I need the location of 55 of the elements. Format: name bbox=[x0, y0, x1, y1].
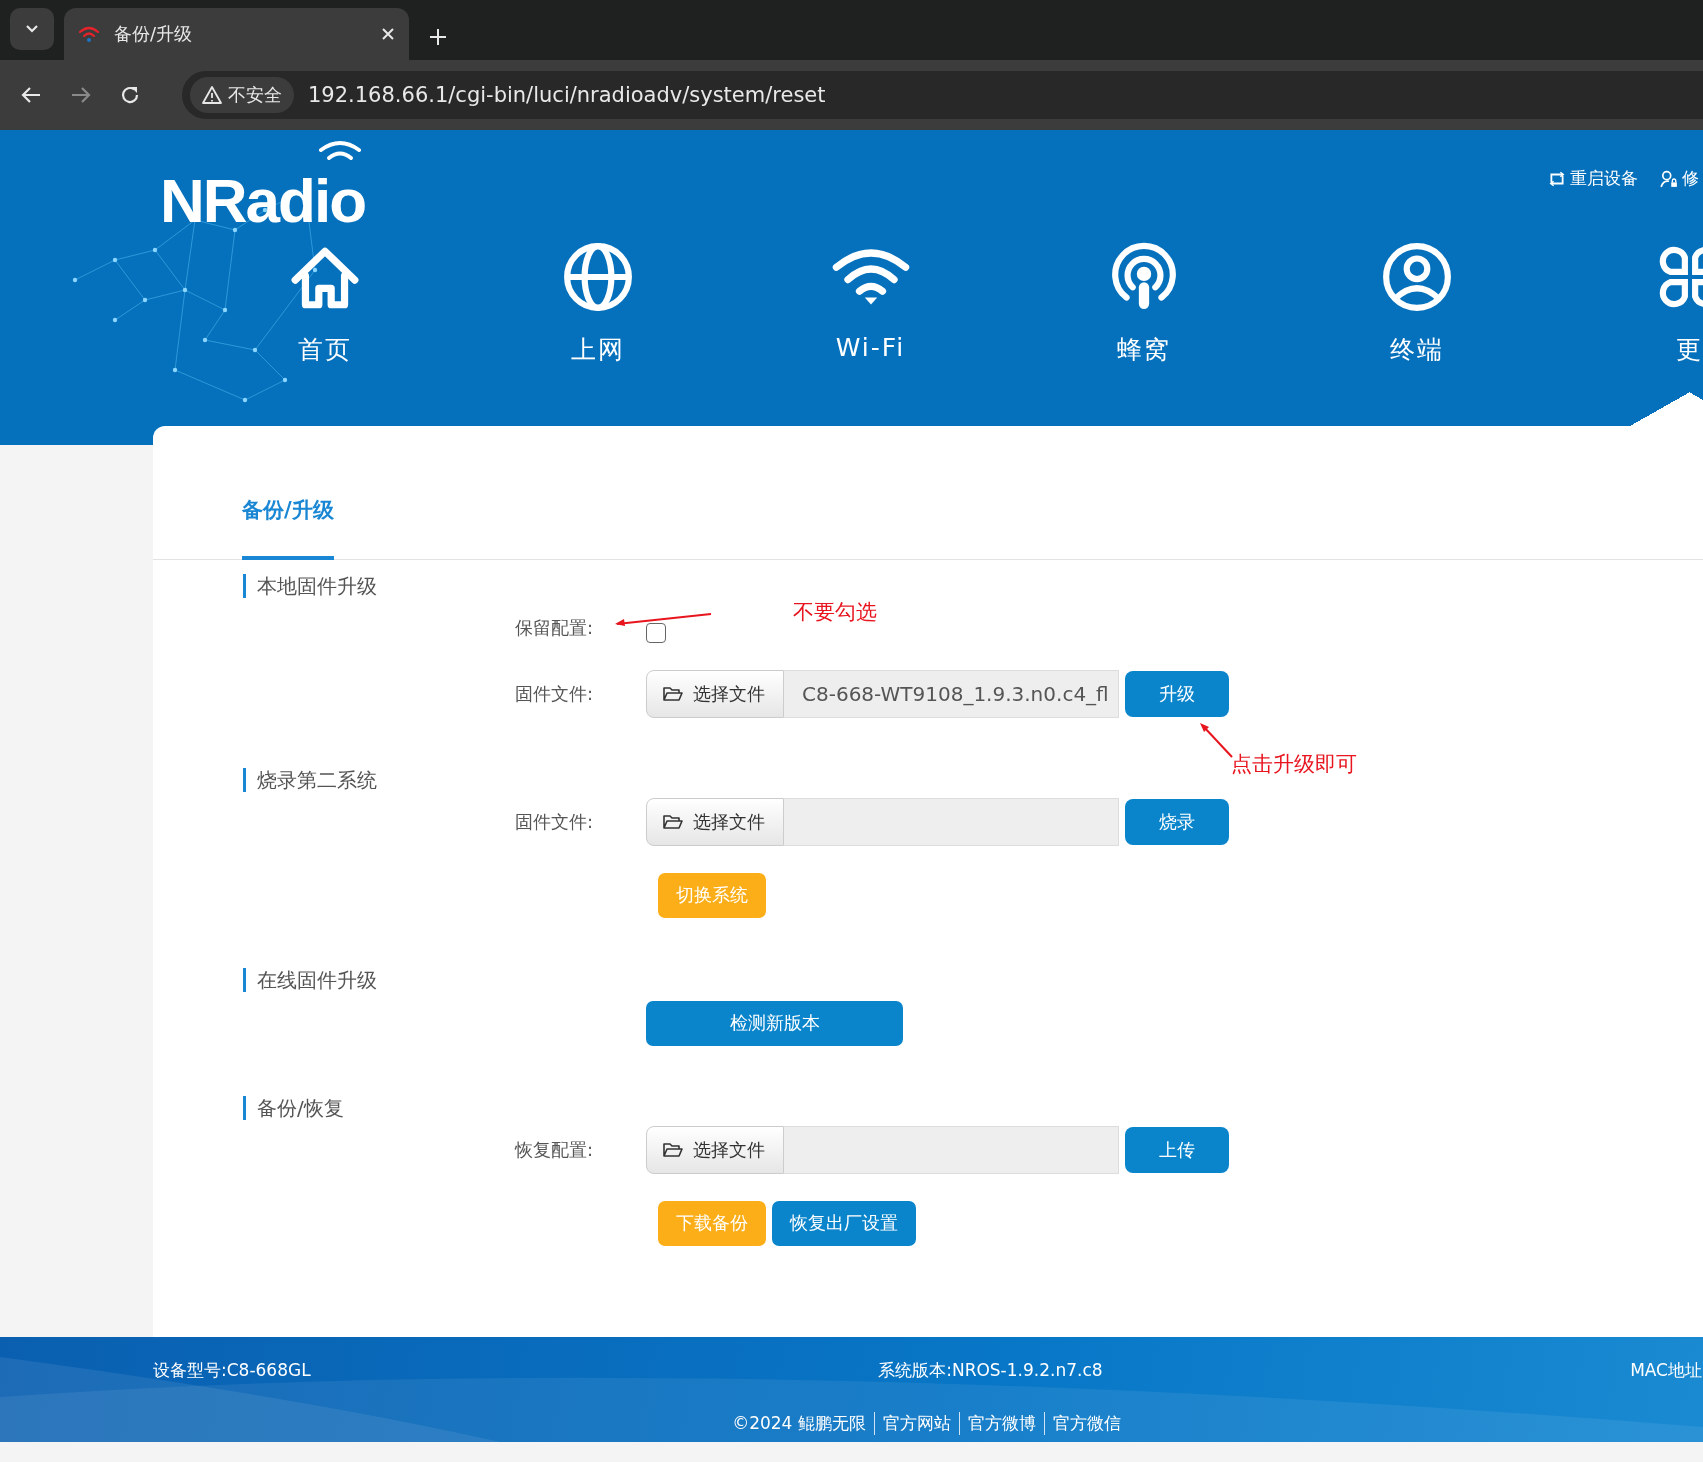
new-tab-icon[interactable] bbox=[429, 28, 447, 46]
logo: NRadio bbox=[158, 136, 371, 241]
wifi-icon bbox=[78, 24, 100, 44]
action-button[interactable]: 烧录 bbox=[1125, 799, 1229, 845]
field-label: 固件文件: bbox=[515, 682, 595, 706]
url-text: 192.168.66.1/cgi-bin/luci/nradioadv/system/reset bbox=[308, 83, 826, 107]
footer-link[interactable]: ©2024 鲲鹏无限 bbox=[724, 1412, 874, 1435]
header-link[interactable]: 修 bbox=[1660, 167, 1699, 190]
device-model: 设备型号:C8-668GL bbox=[153, 1359, 311, 1382]
security-chip[interactable]: 不安全 bbox=[190, 77, 294, 113]
address-bar[interactable]: 不安全 192.168.66.1/cgi-bin/luci/nradioadv/system/reset bbox=[182, 71, 1703, 119]
field-label: 固件文件: bbox=[515, 810, 595, 834]
choose-file-button[interactable]: 选择文件 bbox=[646, 670, 784, 718]
mac-address: MAC地址 bbox=[1630, 1359, 1702, 1382]
page-tab[interactable]: 备份/升级 bbox=[242, 496, 334, 560]
action-button[interactable]: 恢复出厂设置 bbox=[772, 1200, 916, 1246]
section-heading: 备份/恢复 bbox=[243, 1096, 1703, 1120]
nav-item[interactable]: 蜂窝 bbox=[1007, 241, 1280, 426]
chevron-down-icon bbox=[25, 24, 39, 34]
section-heading: 本地固件升级 bbox=[243, 574, 1703, 598]
annotation-arrow bbox=[1198, 721, 1234, 759]
action-button[interactable]: 升级 bbox=[1125, 671, 1229, 717]
folder-icon bbox=[663, 814, 683, 830]
folder-icon bbox=[663, 1142, 683, 1158]
file-name-field[interactable]: C8-668-WT9108_1.9.3.n0.c4_fl bbox=[784, 670, 1119, 718]
refresh-icon bbox=[1548, 169, 1566, 188]
warning-icon bbox=[202, 86, 222, 104]
footer-link[interactable]: 官方微信 bbox=[1043, 1412, 1129, 1435]
field-label: 恢复配置: bbox=[515, 1138, 595, 1162]
choose-file-button[interactable]: 选择文件 bbox=[646, 798, 784, 846]
file-name-field[interactable] bbox=[784, 1126, 1119, 1174]
reload-icon[interactable] bbox=[120, 85, 140, 105]
action-button[interactable]: 检测新版本 bbox=[646, 1000, 903, 1046]
user-lock-icon bbox=[1660, 169, 1678, 188]
field-label: 保留配置: bbox=[515, 616, 595, 640]
tab-title: 备份/升级 bbox=[114, 22, 194, 46]
section-heading: 在线固件升级 bbox=[243, 968, 1703, 992]
nav-item[interactable]: 终端 bbox=[1280, 241, 1553, 426]
nav-item[interactable]: 上网 bbox=[461, 241, 734, 426]
system-version: 系统版本:NROS-1.9.2.n7.c8 bbox=[878, 1359, 1103, 1382]
back-icon[interactable] bbox=[20, 85, 42, 105]
file-name-field[interactable] bbox=[784, 798, 1119, 846]
folder-icon bbox=[663, 686, 683, 702]
footer-link[interactable]: 官方微博 bbox=[958, 1412, 1044, 1435]
nav-item[interactable]: 首页 bbox=[188, 241, 461, 426]
forward-icon[interactable] bbox=[70, 85, 92, 105]
choose-file-button[interactable]: 选择文件 bbox=[646, 1126, 784, 1174]
close-icon[interactable] bbox=[381, 27, 395, 41]
nav-item[interactable]: Wi-Fi bbox=[734, 241, 1007, 426]
footer-link[interactable]: 官方网站 bbox=[873, 1412, 959, 1435]
annotation-text: 不要勾选 bbox=[793, 599, 877, 626]
header-link[interactable]: 重启设备 bbox=[1548, 167, 1638, 190]
browser-tab[interactable]: 备份/升级 bbox=[64, 8, 409, 60]
checkbox[interactable] bbox=[646, 623, 666, 643]
action-button[interactable]: 上传 bbox=[1125, 1127, 1229, 1173]
